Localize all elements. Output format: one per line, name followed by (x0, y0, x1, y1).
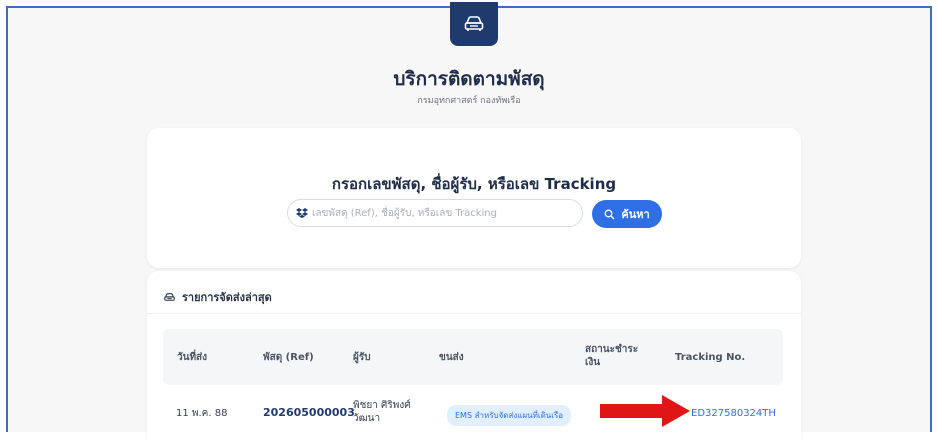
column-header-payment-line1: สถานะชำระ (585, 344, 639, 355)
cell-recipient-line2: วัฒนา (353, 413, 381, 424)
cell-recipient: พิชยา ศิริพงศ์ วัฒนา (353, 399, 411, 425)
car-icon (464, 16, 484, 31)
search-icon (604, 209, 615, 219)
page-title: บริการติดตามพัสดุ (393, 68, 545, 90)
search-input[interactable]: เลขพัสดุ (Ref), ชื่อผู้รับ, หรือเลข Trac… (287, 199, 583, 227)
search-placeholder: เลขพัสดุ (Ref), ชื่อผู้รับ, หรือเลข Trac… (312, 207, 497, 219)
dropbox-icon (296, 208, 308, 218)
recent-heading-label: รายการจัดส่งล่าสุด (182, 291, 272, 304)
cell-ref-link[interactable]: 202605000003 (263, 406, 355, 419)
column-header-date: วันที่ส่ง (177, 352, 208, 363)
car-icon (164, 292, 175, 301)
cell-tracking-link[interactable]: ED327580324TH (691, 407, 776, 420)
column-header-tracking: Tracking No. (675, 352, 746, 363)
cell-date: 11 พ.ค. 88 (176, 408, 228, 419)
search-card: กรอกเลขพัสดุ, ชื่อผู้รับ, หรือเลข Tracki… (147, 128, 801, 268)
cell-recipient-line1: พิชยา ศิริพงศ์ (353, 400, 411, 411)
search-heading: กรอกเลขพัสดุ, ชื่อผู้รับ, หรือเลข Tracki… (331, 175, 617, 193)
shipping-badge: EMS สำหรับจัดส่งแผนที่เดินเรือ (447, 405, 572, 426)
recent-heading: รายการจัดส่งล่าสุด (163, 288, 272, 306)
table-header: วันที่ส่ง พัสดุ (Ref) ผู้รับ ขนส่ง สถานะ… (163, 329, 783, 385)
divider (147, 313, 801, 314)
search-button[interactable]: ค้นหา (592, 200, 662, 228)
annotation-arrow (600, 395, 690, 427)
column-header-payment: สถานะชำระ เงิน (585, 343, 638, 369)
recent-shipments-card: รายการจัดส่งล่าสุด วันที่ส่ง พัสดุ (Ref)… (147, 271, 801, 441)
column-header-shipping: ขนส่ง (439, 352, 464, 363)
column-header-ref: พัสดุ (Ref) (263, 352, 314, 363)
column-header-payment-line2: เงิน (585, 357, 601, 368)
app-logo (450, 2, 498, 46)
page-subtitle: กรมอุทกศาสตร์ กองทัพเรือ (417, 96, 521, 106)
search-button-label: ค้นหา (621, 208, 650, 221)
column-header-recipient: ผู้รับ (353, 352, 371, 363)
